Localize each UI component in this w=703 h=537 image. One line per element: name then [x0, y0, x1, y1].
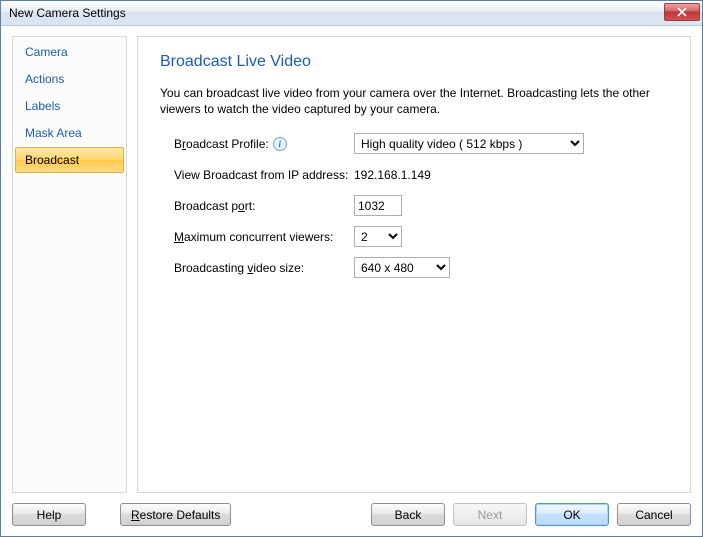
ok-button[interactable]: OK	[535, 503, 609, 526]
footer: Help Restore Defaults Back Next OK Cance…	[12, 501, 691, 526]
sidebar-item-label: Labels	[25, 99, 60, 113]
dialog-body: Camera Actions Labels Mask Area Broadcas…	[1, 26, 702, 536]
page-description: You can broadcast live video from your c…	[160, 85, 668, 117]
window-title: New Camera Settings	[9, 6, 126, 20]
broadcast-port-label: Broadcast port:	[174, 199, 354, 213]
broadcast-port-input[interactable]	[354, 195, 402, 216]
sidebar-item-labels[interactable]: Labels	[15, 93, 124, 119]
form: Broadcast Profile: i High quality video …	[160, 133, 668, 278]
sidebar-item-mask-area[interactable]: Mask Area	[15, 120, 124, 146]
back-button[interactable]: Back	[371, 503, 445, 526]
restore-defaults-button[interactable]: Restore Defaults	[120, 503, 231, 526]
content-panel: Broadcast Live Video You can broadcast l…	[137, 36, 691, 493]
sidebar-item-broadcast[interactable]: Broadcast	[15, 147, 124, 173]
row-ip-address: View Broadcast from IP address: 192.168.…	[174, 164, 668, 185]
cancel-button[interactable]: Cancel	[617, 503, 691, 526]
titlebar: New Camera Settings	[1, 1, 702, 26]
row-broadcast-profile: Broadcast Profile: i High quality video …	[174, 133, 668, 154]
sidebar-item-label: Camera	[25, 45, 68, 59]
sidebar: Camera Actions Labels Mask Area Broadcas…	[12, 36, 127, 493]
ip-address-label: View Broadcast from IP address:	[174, 168, 354, 182]
sidebar-item-actions[interactable]: Actions	[15, 66, 124, 92]
max-viewers-label: Maximum concurrent viewers:	[174, 230, 354, 244]
row-video-size: Broadcasting video size: 640 x 480	[174, 257, 668, 278]
info-icon[interactable]: i	[273, 137, 287, 151]
broadcast-profile-label: Broadcast Profile: i	[174, 137, 354, 151]
page-heading: Broadcast Live Video	[160, 53, 668, 71]
dialog-window: New Camera Settings Camera Actions Label…	[0, 0, 703, 537]
close-button[interactable]	[664, 3, 700, 21]
close-icon	[677, 7, 687, 17]
main-area: Camera Actions Labels Mask Area Broadcas…	[12, 36, 691, 493]
sidebar-item-label: Broadcast	[25, 153, 79, 167]
next-button: Next	[453, 503, 527, 526]
sidebar-item-label: Actions	[25, 72, 64, 86]
row-broadcast-port: Broadcast port:	[174, 195, 668, 216]
row-max-viewers: Maximum concurrent viewers: 2	[174, 226, 668, 247]
sidebar-item-label: Mask Area	[25, 126, 82, 140]
broadcast-profile-select[interactable]: High quality video ( 512 kbps )	[354, 133, 584, 154]
max-viewers-select[interactable]: 2	[354, 226, 402, 247]
video-size-select[interactable]: 640 x 480	[354, 257, 450, 278]
sidebar-item-camera[interactable]: Camera	[15, 39, 124, 65]
ip-address-value: 192.168.1.149	[354, 168, 431, 182]
video-size-label: Broadcasting video size:	[174, 261, 354, 275]
help-button[interactable]: Help	[12, 503, 86, 526]
